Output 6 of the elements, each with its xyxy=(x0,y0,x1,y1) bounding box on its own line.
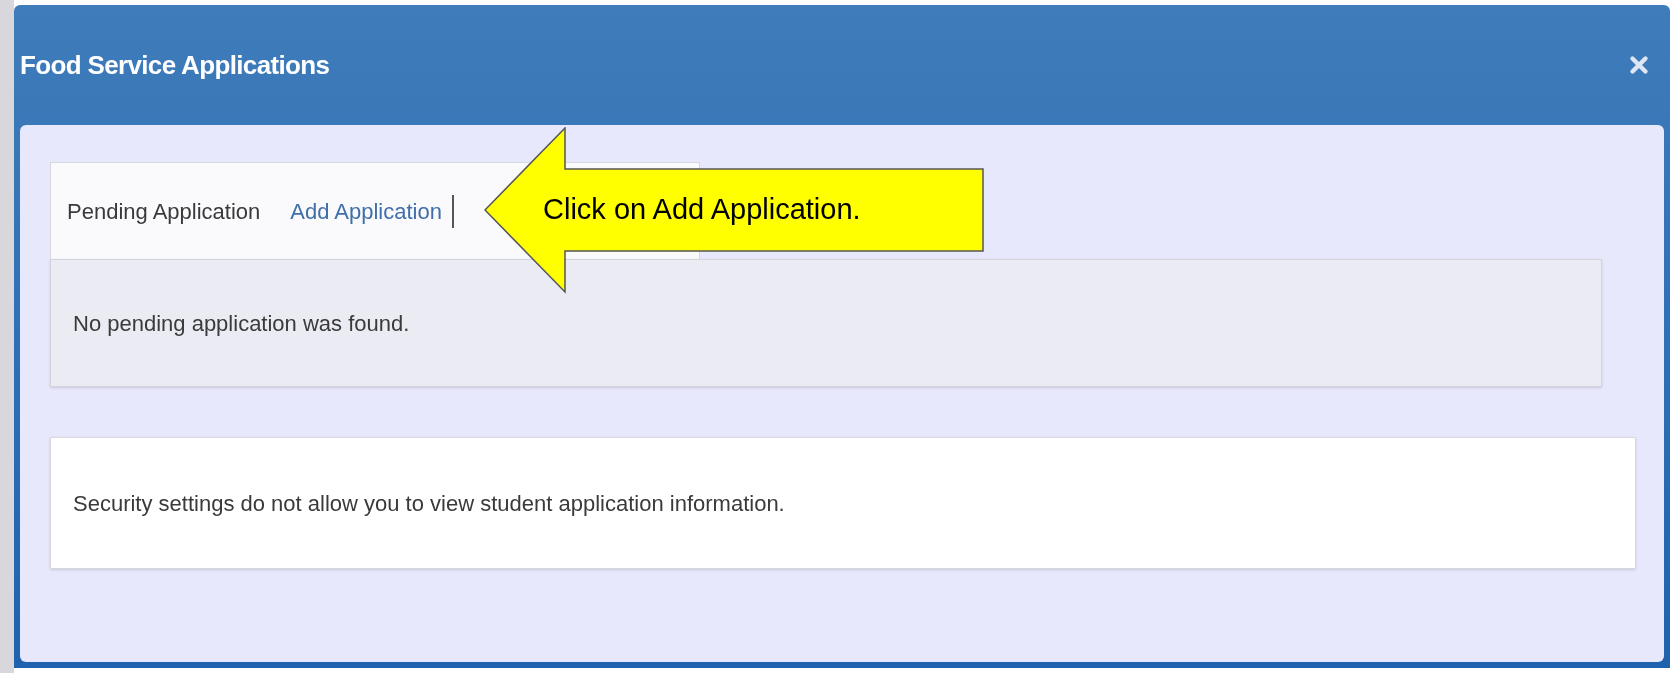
tab[interactable]: Pending Application xyxy=(67,194,261,228)
pending-message: No pending application was found. xyxy=(73,309,410,338)
callout-text: Click on Add Application. xyxy=(543,192,861,226)
tab[interactable]: Add Application xyxy=(290,194,454,228)
security-message: Security settings do not allow you to view student application information. xyxy=(73,489,785,518)
window-title: Food Service Applications xyxy=(20,48,330,82)
